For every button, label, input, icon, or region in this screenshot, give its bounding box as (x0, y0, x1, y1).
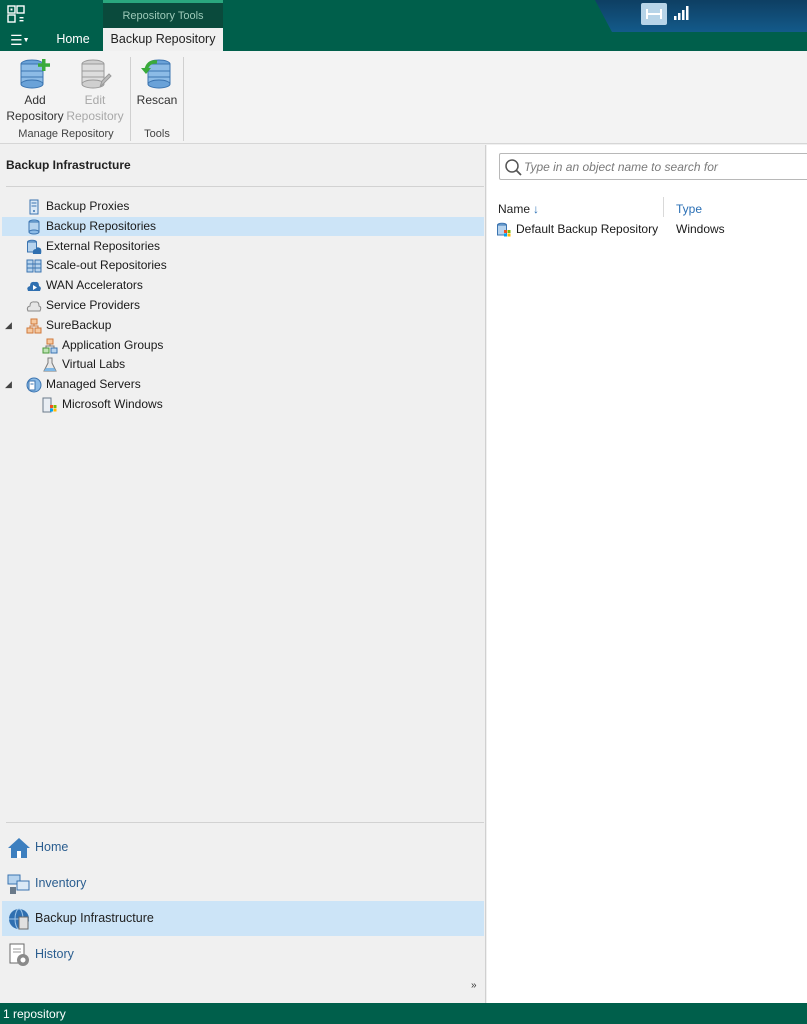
nav-item-history[interactable]: History (2, 937, 484, 972)
server-icon (29, 199, 39, 215)
nav-label: Backup Infrastructure (35, 911, 154, 925)
expander-expanded-icon[interactable]: ◢ (5, 316, 12, 335)
sort-descending-icon: ↓ (533, 202, 540, 216)
edit-repository-button[interactable]: Edit Repository (64, 57, 126, 124)
nav-item-inventory[interactable]: Inventory (2, 866, 484, 901)
signal-strength-icon[interactable] (673, 5, 689, 21)
nav-label: History (35, 947, 74, 961)
nav-item-home[interactable]: Home (2, 830, 484, 865)
navigation-panel: Backup Infrastructure Backup Proxies Bac… (0, 145, 486, 1003)
column-header-type[interactable]: Type (676, 199, 776, 219)
tree-item-service-providers[interactable]: Service Providers (2, 296, 484, 315)
edit-repository-label-line1: Edit (84, 93, 106, 107)
tree-item-label: WAN Accelerators (46, 278, 143, 292)
cloud-database-icon (27, 239, 42, 254)
edit-repository-label-line2: Repository (66, 109, 124, 123)
app-logo-icon (7, 5, 25, 23)
context-tab-header: Repository Tools (103, 0, 223, 28)
home-icon (8, 838, 30, 858)
search-input[interactable] (524, 156, 804, 177)
tree-item-backup-proxies[interactable]: Backup Proxies (2, 197, 484, 216)
nav-divider (6, 822, 484, 823)
hamburger-icon: ☰ (10, 32, 23, 48)
tree-item-label: Application Groups (62, 338, 164, 352)
tab-home[interactable]: Home (45, 28, 101, 51)
ribbon-separator (183, 57, 184, 141)
tree-item-microsoft-windows[interactable]: Microsoft Windows (2, 395, 484, 414)
rescan-label: Rescan (136, 93, 178, 107)
tree-item-virtual-labs[interactable]: Virtual Labs (2, 355, 484, 374)
row-type-cell: Windows (676, 222, 725, 236)
tab-backup-repository[interactable]: Backup Repository (103, 28, 223, 51)
ribbon-group-manage-repository: Manage Repository (18, 128, 114, 140)
tree-item-label: SureBackup (46, 318, 112, 332)
search-icon (505, 159, 522, 176)
title-bar: Repository Tools ☰▼ Home Backup Reposito… (0, 0, 807, 51)
tree-item-label: Backup Proxies (46, 199, 130, 213)
add-repository-button[interactable]: Add Repository (4, 57, 66, 124)
edit-database-icon (81, 59, 112, 89)
panel-title: Backup Infrastructure (6, 158, 131, 172)
row-name-cell: Default Backup Repository (516, 222, 659, 236)
expander-expanded-icon[interactable]: ◢ (5, 375, 12, 394)
column-header-name[interactable]: Name ↓ (498, 199, 658, 219)
tree-item-external-repositories[interactable]: External Repositories (2, 237, 484, 256)
windows-repository-icon (497, 222, 511, 237)
status-text: 1 repository (3, 1007, 66, 1021)
tree-item-label: Managed Servers (46, 377, 141, 391)
tree-item-label: Virtual Labs (62, 357, 126, 371)
connection-indicator[interactable] (641, 3, 667, 25)
column-header-name-label: Name (498, 202, 531, 216)
virtual-labs-icon (43, 357, 57, 372)
tree-item-label: Scale-out Repositories (46, 258, 167, 272)
application-groups-icon (42, 338, 58, 354)
tree-item-backup-repositories[interactable]: Backup Repositories (2, 217, 484, 236)
scaleout-repository-icon (26, 259, 42, 273)
cloud-provider-icon (26, 301, 42, 312)
ribbon: Add Repository Edit Repository Rescan Ma… (0, 51, 807, 144)
rescan-button[interactable]: Rescan (134, 57, 180, 108)
tree-item-surebackup[interactable]: ◢ SureBackup (2, 316, 484, 335)
tree-item-managed-servers[interactable]: ◢ Managed Servers (2, 375, 484, 394)
panel-divider (6, 186, 484, 187)
connection-status-area (595, 0, 807, 32)
status-bar: 1 repository (0, 1003, 807, 1024)
ribbon-separator (130, 57, 131, 141)
add-repository-label-line1: Add (24, 93, 46, 107)
search-box[interactable] (499, 153, 807, 180)
database-icon (28, 219, 40, 235)
tree-item-label: External Repositories (46, 239, 161, 253)
rescan-icon (141, 59, 171, 89)
tree-item-scaleout-repositories[interactable]: Scale-out Repositories (2, 256, 484, 275)
tree-item-label: Service Providers (46, 298, 141, 312)
tree-item-label: Backup Repositories (46, 219, 157, 233)
content-panel: Name↓ Type Default Backup Repository Win… (487, 145, 807, 1003)
tree-item-label: Microsoft Windows (62, 397, 163, 411)
managed-servers-icon (26, 377, 42, 393)
add-database-icon (20, 59, 50, 89)
windows-server-icon (42, 397, 57, 413)
nav-label: Home (35, 840, 69, 854)
plug-icon (646, 9, 662, 19)
configure-buttons-chevron-icon[interactable]: » (471, 980, 477, 991)
main-menu-button[interactable]: ☰▼ (6, 30, 36, 50)
history-icon (9, 943, 29, 966)
nav-label: Inventory (35, 876, 87, 890)
table-row[interactable]: Default Backup Repository Windows (495, 220, 807, 239)
tree-item-wan-accelerators[interactable]: WAN Accelerators (2, 276, 484, 295)
surebackup-icon (26, 318, 42, 334)
nav-item-backup-infrastructure[interactable]: Backup Infrastructure (2, 901, 484, 936)
inventory-icon (7, 874, 30, 894)
ribbon-group-tools: Tools (144, 128, 170, 140)
chevron-down-icon: ▼ (22, 37, 30, 44)
backup-infrastructure-icon (9, 908, 29, 930)
column-divider[interactable] (663, 197, 664, 217)
add-repository-label-line2: Repository (6, 109, 64, 123)
wan-accelerator-icon (27, 281, 41, 291)
tree-item-application-groups[interactable]: Application Groups (2, 336, 484, 355)
